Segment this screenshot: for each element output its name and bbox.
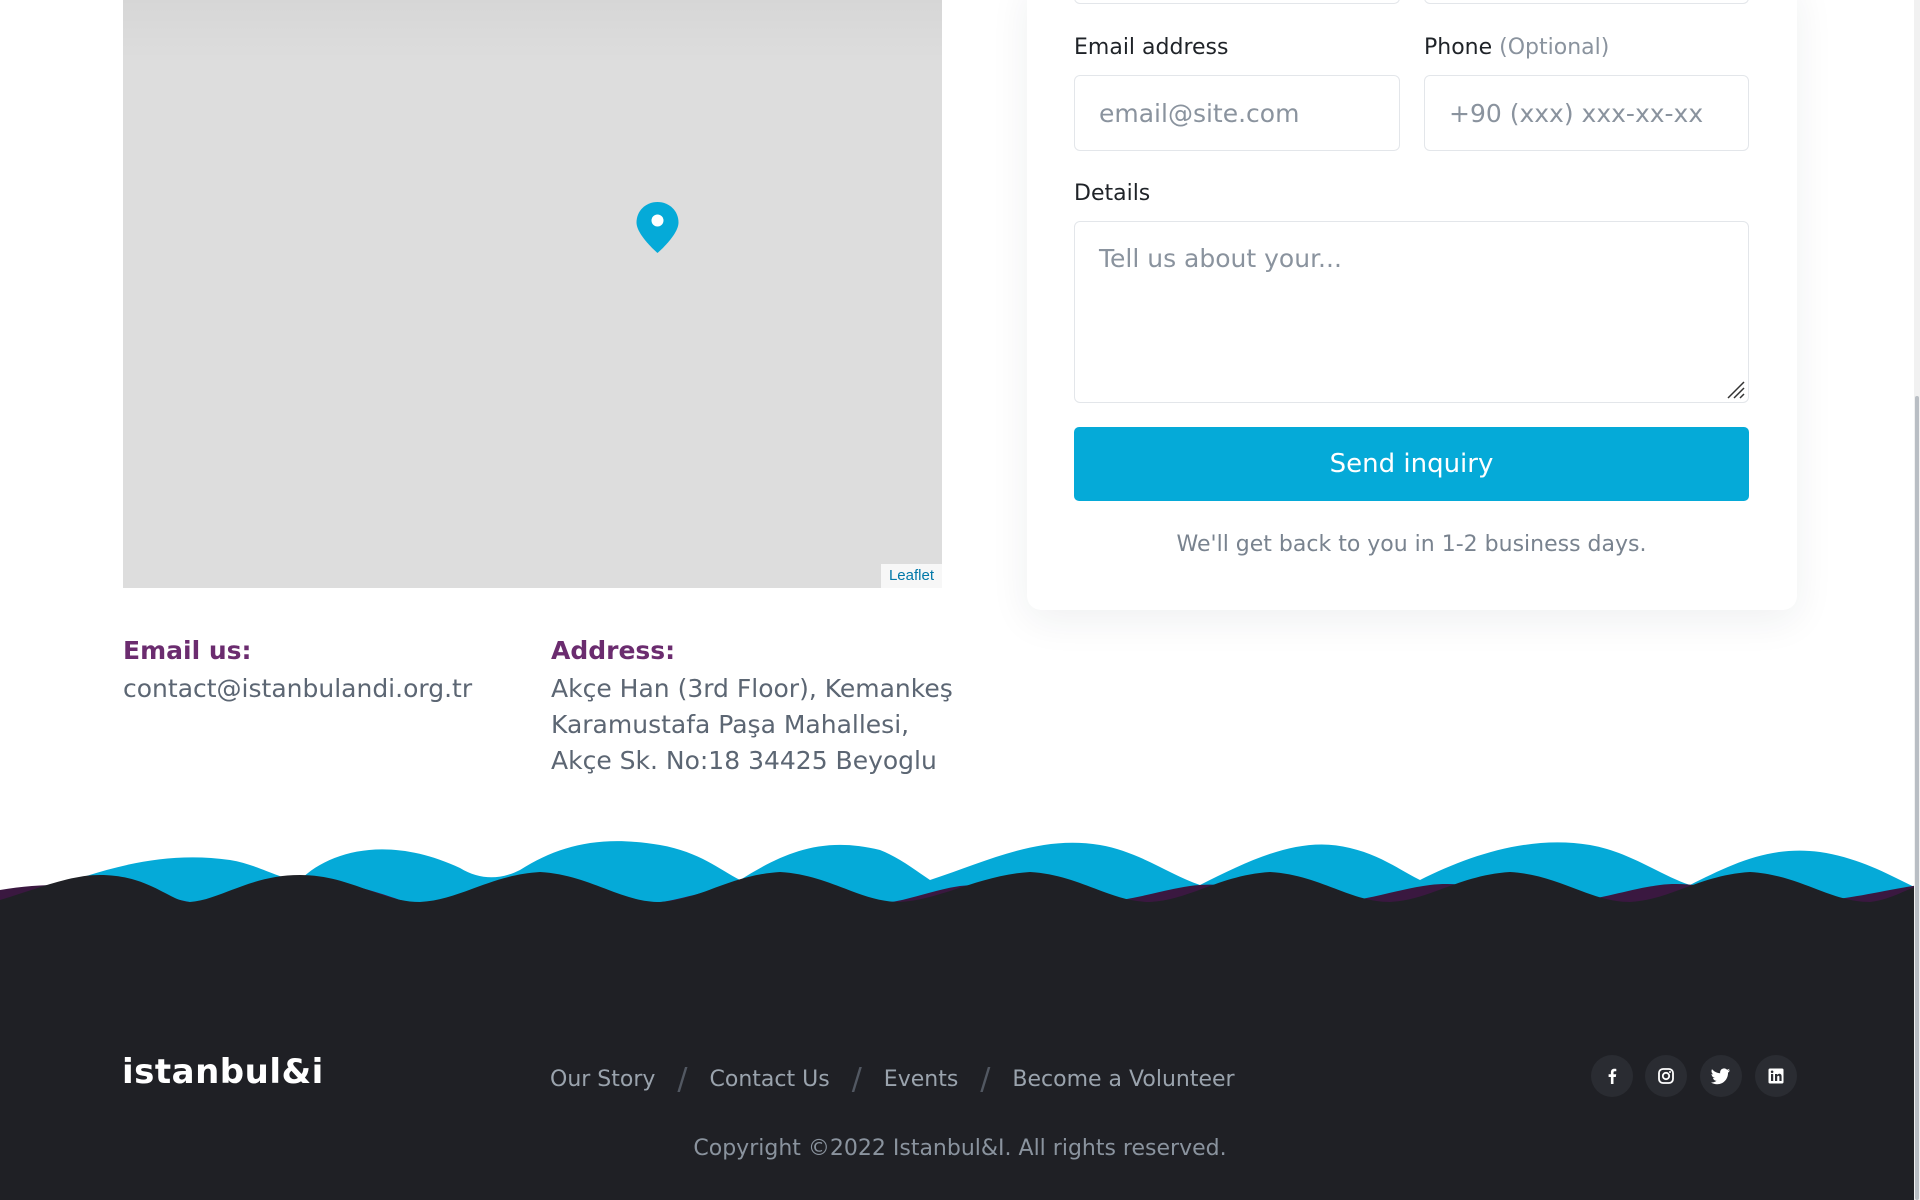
footer-link-events[interactable]: Events: [884, 1067, 959, 1092]
contact-email[interactable]: contact@istanbulandi.org.tr: [123, 671, 472, 707]
footer-link-our-story[interactable]: Our Story: [550, 1067, 655, 1092]
phone-label: Phone (Optional): [1424, 35, 1609, 60]
footer-wave-decoration: [0, 841, 1920, 935]
map[interactable]: Leaflet: [123, 0, 942, 588]
leaflet-attribution-link[interactable]: Leaflet: [880, 564, 942, 588]
address-label: Address:: [551, 636, 676, 665]
page-scrollbar-thumb[interactable]: [1915, 396, 1919, 1200]
footer-nav: Our Story / Contact Us / Events / Become…: [550, 1062, 1235, 1097]
copyright-text: Copyright ©2022 Istanbul&I. All rights r…: [693, 1136, 1227, 1161]
twitter-icon: [1711, 1068, 1730, 1085]
footer-nav-separator: /: [980, 1062, 991, 1097]
footer-nav-separator: /: [677, 1062, 688, 1097]
details-textarea[interactable]: [1074, 221, 1749, 403]
twitter-button[interactable]: [1700, 1055, 1742, 1097]
email-address-label: Email address: [1074, 35, 1228, 60]
map-top-shadow: [123, 0, 942, 60]
page: Leaflet Email us: contact@istanbulandi.o…: [0, 0, 1920, 1200]
footer-nav-separator: /: [851, 1062, 862, 1097]
footer-logo[interactable]: istanbul&i: [122, 1052, 324, 1092]
footer-link-become-volunteer[interactable]: Become a Volunteer: [1012, 1067, 1234, 1092]
details-label: Details: [1074, 181, 1151, 206]
phone-input[interactable]: [1424, 75, 1749, 151]
map-pin-icon[interactable]: [635, 201, 680, 254]
response-time-note: We'll get back to you in 1-2 business da…: [1176, 532, 1647, 557]
phone-label-text: Phone: [1424, 35, 1493, 60]
email-input[interactable]: [1074, 75, 1400, 151]
textarea-resize-handle-icon[interactable]: [1724, 378, 1746, 400]
address-text: Akçe Han (3rd Floor), Kemankeş Karamusta…: [551, 674, 953, 775]
facebook-button[interactable]: [1591, 1055, 1633, 1097]
company-field-remnant[interactable]: [1424, 0, 1749, 4]
linkedin-button[interactable]: [1755, 1055, 1797, 1097]
send-inquiry-button[interactable]: Send inquiry: [1074, 427, 1749, 501]
name-field-remnant[interactable]: [1074, 0, 1400, 4]
linkedin-icon: [1768, 1068, 1784, 1084]
phone-optional-hint: (Optional): [1499, 35, 1610, 60]
email-us-label: Email us:: [123, 636, 252, 665]
email-address-label-text: Email address: [1074, 35, 1229, 60]
instagram-button[interactable]: [1645, 1055, 1687, 1097]
footer-link-contact-us[interactable]: Contact Us: [710, 1067, 830, 1092]
facebook-icon: [1608, 1068, 1617, 1084]
instagram-icon: [1658, 1068, 1674, 1084]
